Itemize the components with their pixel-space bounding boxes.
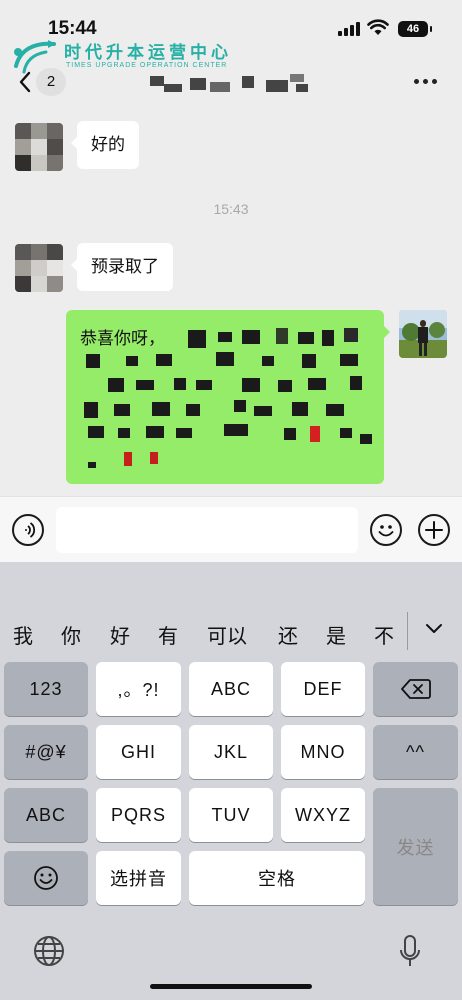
candidate-word[interactable]: 是	[326, 620, 346, 649]
contact-avatar[interactable]	[15, 244, 63, 292]
chat-header: 2	[0, 60, 462, 104]
key-ghi[interactable]: GHI	[96, 725, 181, 779]
message-bubble-right[interactable]: 恭喜你呀，	[66, 310, 390, 484]
key-jkl[interactable]: JKL	[189, 725, 273, 779]
candidate-word[interactable]: 还	[278, 620, 298, 649]
candidate-word[interactable]: 好	[110, 620, 130, 649]
add-icon[interactable]	[418, 514, 450, 546]
key-select-pinyin[interactable]: 选拼音	[96, 851, 181, 905]
candidate-word[interactable]: 有	[158, 620, 178, 649]
key-mno[interactable]: MNO	[281, 725, 365, 779]
unread-badge[interactable]: 2	[36, 68, 66, 96]
chevron-down-icon[interactable]	[424, 622, 444, 636]
key-caret[interactable]: ^^	[373, 725, 458, 779]
message-bubble-left[interactable]: 预录取了	[71, 243, 173, 291]
space-key[interactable]: 空格	[189, 851, 365, 905]
key-tuv[interactable]: TUV	[189, 788, 273, 842]
home-indicator[interactable]	[150, 984, 312, 989]
globe-icon[interactable]	[33, 935, 65, 967]
mic-icon[interactable]	[398, 934, 422, 970]
candidate-word[interactable]: 我	[13, 620, 33, 649]
battery-indicator: 46	[398, 21, 432, 37]
emoji-key-icon	[34, 866, 58, 890]
message-input[interactable]	[56, 507, 358, 553]
message-text: 恭喜你呀，	[80, 329, 165, 349]
emoji-icon[interactable]	[370, 514, 402, 546]
candidate-word[interactable]: 不	[374, 620, 394, 649]
message-timestamp: 15:43	[213, 201, 249, 217]
key-abc[interactable]: ABC	[189, 662, 273, 716]
key-abc-mode[interactable]: ABC	[4, 788, 88, 842]
message-bubble-left[interactable]: 好的	[71, 121, 139, 169]
chat-title-redacted	[150, 72, 320, 94]
candidate-divider	[407, 612, 408, 650]
keyboard: 我 你 好 有 可以 还 是 不 123 ,。?! ABC DEF #@¥ GH…	[0, 562, 462, 1000]
key-def[interactable]: DEF	[281, 662, 365, 716]
my-avatar[interactable]	[399, 310, 447, 358]
key-wxyz[interactable]: WXYZ	[281, 788, 365, 842]
delete-key[interactable]	[373, 662, 458, 716]
send-key[interactable]: 发送	[373, 788, 458, 905]
wifi-icon	[367, 19, 389, 35]
key-pqrs[interactable]: PQRS	[96, 788, 181, 842]
candidate-bar: 我 你 好 有 可以 还 是 不	[0, 610, 462, 654]
candidate-word[interactable]: 可以	[207, 620, 247, 649]
my-avatar-photo-icon	[399, 310, 447, 358]
key-123[interactable]: 123	[4, 662, 88, 716]
delete-icon	[400, 679, 431, 699]
signal-icon	[338, 22, 360, 36]
emoji-key[interactable]	[4, 851, 88, 905]
back-chevron-icon[interactable]	[18, 70, 32, 94]
candidate-word[interactable]: 你	[61, 620, 81, 649]
voice-icon[interactable]	[12, 514, 44, 546]
chat-input-bar	[0, 496, 462, 562]
key-punctuation[interactable]: ,。?!	[96, 662, 181, 716]
contact-avatar[interactable]	[15, 123, 63, 171]
more-icon[interactable]	[414, 79, 437, 84]
key-symbols[interactable]: #@¥	[4, 725, 88, 779]
